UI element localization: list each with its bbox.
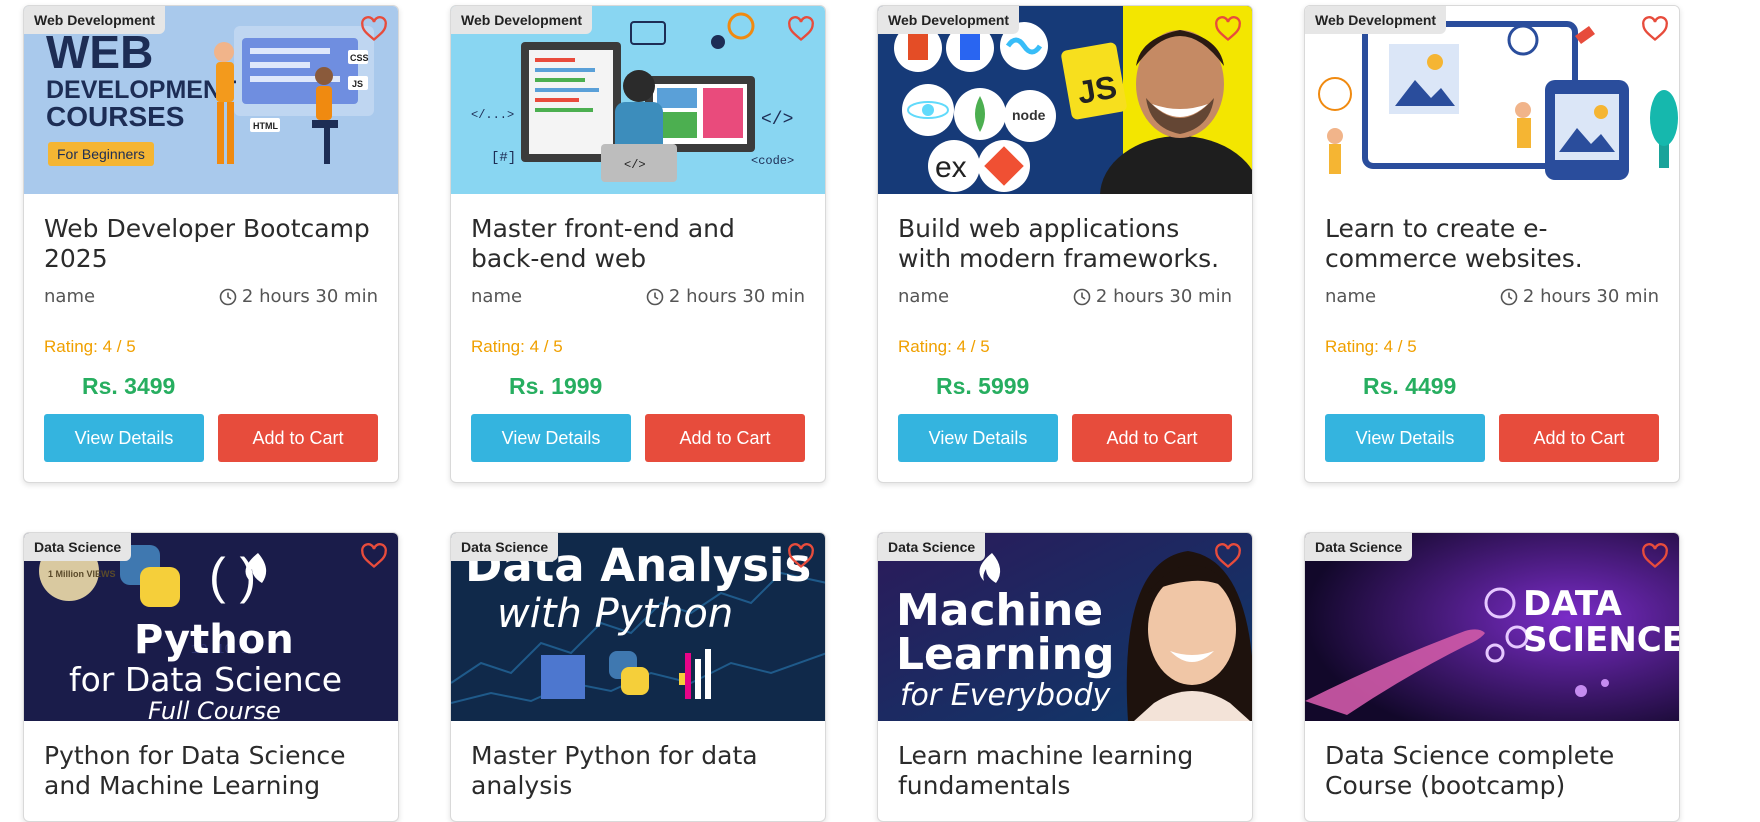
thumb-text-courses: COURSES — [46, 101, 184, 132]
instructor-name: name — [471, 286, 523, 307]
category-badge: Data Science — [878, 533, 986, 561]
thumb-text-css: CSS — [350, 53, 369, 63]
course-title[interactable]: Web Developer Bootcamp 2025 — [44, 214, 378, 274]
thumb-text-python: Python — [134, 617, 294, 663]
instructor-name: name — [898, 286, 950, 307]
course-title[interactable]: Master front-end and back-end web techno… — [471, 214, 805, 274]
heart-icon[interactable] — [787, 543, 815, 569]
thumb-text-for-everybody: for Everybody — [900, 678, 1111, 713]
add-to-cart-button[interactable]: Add to Cart — [1499, 414, 1659, 462]
thumb-text-html: HTML — [253, 121, 278, 131]
clock-icon — [1500, 288, 1518, 305]
thumb-text-learning: Learning — [896, 629, 1115, 680]
course-thumbnail[interactable]: Machine Learning for Everybody Data Scie… — [878, 533, 1252, 721]
add-to-cart-button[interactable]: Add to Cart — [645, 414, 805, 462]
heart-icon[interactable] — [1641, 543, 1669, 569]
course-card: node ex JS Web Development Build web app… — [877, 5, 1253, 483]
course-rating: Rating: 4 / 5 — [471, 337, 563, 356]
category-badge: Web Development — [451, 6, 593, 34]
category-badge: Data Science — [1305, 533, 1413, 561]
thumb-text-data: DATA — [1523, 584, 1622, 624]
heart-icon[interactable] — [360, 16, 388, 42]
course-title[interactable]: Data Science complete Course (bootcamp) — [1325, 741, 1659, 801]
thumb-text-million-views: 1 Million VIEWS — [48, 569, 116, 579]
course-price: Rs. 1999 — [509, 373, 603, 399]
course-grid: WEB DEVELOPMENT COURSES For Beginners HT… — [0, 0, 1760, 822]
heart-icon[interactable] — [1214, 543, 1242, 569]
clock-icon — [1073, 288, 1091, 305]
course-thumbnail[interactable]: WEB DEVELOPMENT COURSES For Beginners HT… — [24, 6, 398, 194]
category-badge: Data Science — [451, 533, 559, 561]
thumb-text-code: <code> — [751, 154, 794, 168]
course-price: Rs. 4499 — [1363, 373, 1457, 399]
add-to-cart-button[interactable]: Add to Cart — [218, 414, 378, 462]
course-rating: Rating: 4 / 5 — [898, 337, 990, 356]
heart-icon[interactable] — [1214, 16, 1242, 42]
course-card: WEB DEVELOPMENT COURSES For Beginners HT… — [23, 5, 399, 483]
course-rating: Rating: 4 / 5 — [44, 337, 136, 356]
course-thumbnail[interactable]: Data Analysis with Python Data Science — [451, 533, 825, 721]
view-details-button[interactable]: View Details — [1325, 414, 1485, 462]
category-badge: Web Development — [1305, 6, 1447, 34]
thumb-text-for-data-science: for Data Science — [69, 660, 342, 699]
instructor-name: name — [44, 286, 96, 307]
course-card: </> </> </...> [#] <code> Web Developmen… — [450, 5, 826, 483]
course-thumbnail[interactable]: 0 10 10 1 1 Million VIEWS ( ) Python for… — [24, 533, 398, 721]
svg-text:</>: </> — [624, 158, 646, 172]
add-to-cart-button[interactable]: Add to Cart — [1072, 414, 1232, 462]
view-details-button[interactable]: View Details — [44, 414, 204, 462]
course-price: Rs. 3499 — [82, 373, 176, 399]
thumb-text-hash: [#] — [491, 150, 516, 166]
thumb-text-full-course: Full Course — [148, 697, 281, 721]
course-card: Web Development Learn to create e-commer… — [1304, 5, 1680, 483]
clock-icon — [219, 288, 237, 305]
course-title[interactable]: Learn to create e-commerce websites. — [1325, 214, 1659, 274]
view-details-button[interactable]: View Details — [898, 414, 1058, 462]
thumb-text-js: JS — [1075, 68, 1120, 110]
heart-icon[interactable] — [1641, 16, 1669, 42]
course-title[interactable]: Master Python for data analysis — [471, 741, 805, 801]
thumb-text-science: SCIENCE — [1523, 620, 1679, 660]
thumb-text-node: node — [1012, 107, 1046, 123]
thumb-text-development: DEVELOPMENT — [46, 76, 236, 104]
category-badge: Web Development — [24, 6, 166, 34]
category-badge: Data Science — [24, 533, 132, 561]
course-title[interactable]: Python for Data Science and Machine Lear… — [44, 741, 378, 801]
course-duration: 2 hours 30 min — [1095, 286, 1232, 307]
course-rating: Rating: 4 / 5 — [1325, 337, 1417, 356]
course-title[interactable]: Build web applications with modern frame… — [898, 214, 1232, 274]
thumb-text-ex: ex — [935, 151, 967, 184]
thumb-text-code-tag: </> — [761, 110, 793, 130]
course-thumbnail[interactable]: </> </> </...> [#] <code> Web Developmen… — [451, 6, 825, 194]
course-duration: 2 hours 30 min — [668, 286, 805, 307]
thumb-text-with-python: with Python — [497, 591, 733, 637]
clock-icon — [646, 288, 664, 305]
heart-icon[interactable] — [787, 16, 815, 42]
category-badge: Web Development — [878, 6, 1020, 34]
heart-icon[interactable] — [360, 543, 388, 569]
instructor-name: name — [1325, 286, 1377, 307]
course-title[interactable]: Learn machine learning fundamentals — [898, 741, 1232, 801]
course-duration: 2 hours 30 min — [1522, 286, 1659, 307]
thumb-text-ellipsis-tag: </...> — [471, 108, 514, 122]
thumb-text-for-beginners: For Beginners — [57, 146, 145, 162]
view-details-button[interactable]: View Details — [471, 414, 631, 462]
course-thumbnail[interactable]: Web Development — [1305, 6, 1679, 194]
course-thumbnail[interactable]: DATA SCIENCE Data Science — [1305, 533, 1679, 721]
course-thumbnail[interactable]: node ex JS Web Development — [878, 6, 1252, 194]
thumb-text-js: JS — [352, 79, 363, 89]
course-price: Rs. 5999 — [936, 373, 1030, 399]
course-duration: 2 hours 30 min — [241, 286, 378, 307]
